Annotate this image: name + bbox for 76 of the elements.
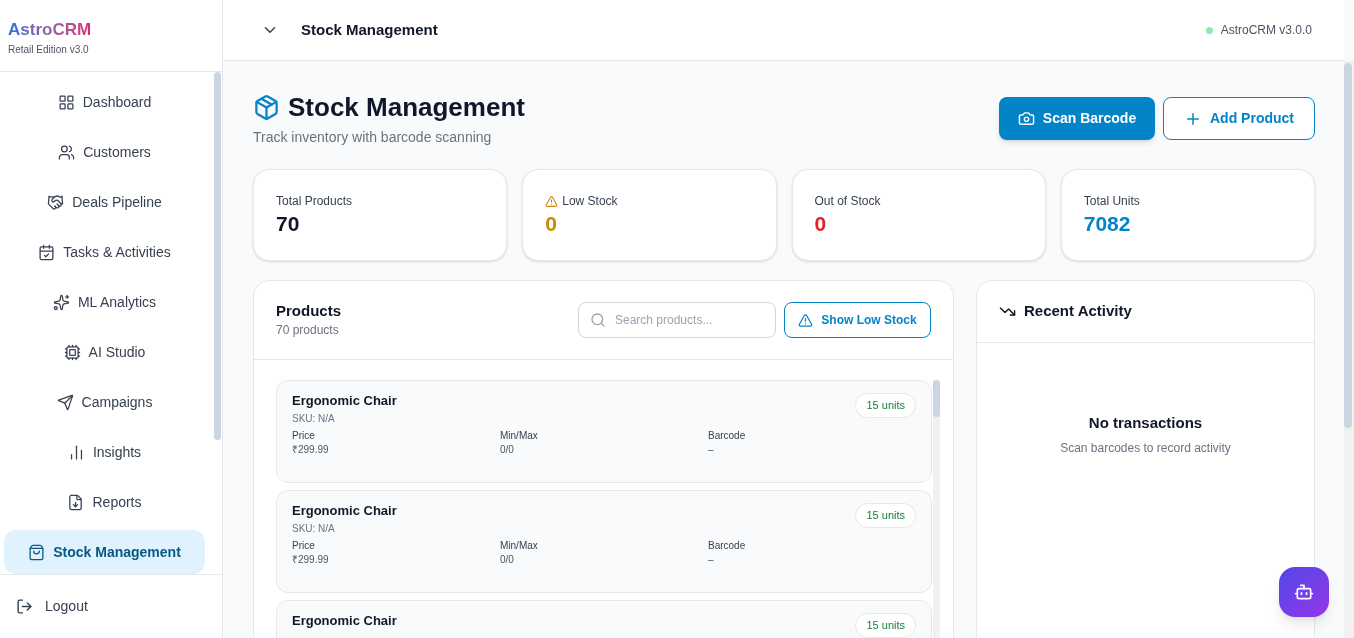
stat-value: 0 [545,211,558,237]
field-value: ₹299.99 [292,443,330,457]
field-value: 0/0 [500,553,515,567]
scrollbar-thumb[interactable] [933,380,940,417]
sidebar-item[interactable]: Reports [4,480,205,524]
show-low-stock-button[interactable]: Show Low Stock [784,302,931,338]
page-subtitle: Track inventory with barcode scanning [253,128,493,147]
stat-label: Total Products [276,193,353,210]
chatbot-button[interactable] [1279,567,1329,617]
field-label: Min/Max [500,430,539,442]
field-label: Price [292,540,316,552]
sidebar-item[interactable]: Stock Management [4,530,205,574]
units-badge: 15 units [855,613,916,638]
scrollbar-thumb[interactable] [1344,63,1352,428]
shopping-bag-icon [28,543,46,561]
product-name: Ergonomic Chair [292,392,397,410]
field-value: 0/0 [500,443,515,457]
version-label: AstroCRM v3.0.0 [1220,22,1312,39]
sidebar-item[interactable]: ML Analytics [4,280,205,324]
units-badge: 15 units [855,393,916,418]
product-name: Ergonomic Chair [292,502,397,520]
sidebar-item[interactable]: Deals Pipeline [4,180,205,224]
stat-value: 7082 [1083,211,1132,237]
product-card[interactable]: Ergonomic Chair 15 units [276,600,932,638]
product-count: 70 products [276,322,340,339]
field-value: ₹299.99 [292,553,330,567]
product-sku: SKU: N/A [292,412,336,426]
empty-title: No transactions [1088,413,1203,433]
package-icon [253,93,280,121]
product-card[interactable]: Ergonomic Chair SKU: N/A 15 units Price ₹299.99 Min/Max 0/0 Barcode – [276,380,932,483]
empty-text: Scan barcodes to record activity [1060,439,1231,457]
header-title: Stock Management [301,19,438,40]
camera-icon [1017,110,1035,127]
scan-barcode-button[interactable]: Scan Barcode [999,97,1155,140]
handshake-icon [47,193,65,211]
scrollbar-thumb[interactable] [214,72,221,440]
panel-title: Products [276,301,341,321]
warning-icon [545,194,559,208]
warning-icon [798,312,814,328]
grid-icon [57,93,75,111]
brand-edition: Retail Edition v3.0 [8,43,90,57]
search-icon [590,312,606,328]
logout-button[interactable]: Logout [16,596,88,617]
sidebar-item[interactable]: Tasks & Activities [4,230,205,274]
document-download-icon [67,493,85,511]
field-label: Barcode [708,430,747,442]
sidebar-item[interactable]: Campaigns [4,380,205,424]
sidebar-item[interactable]: Insights [4,430,205,474]
units-badge: 15 units [855,503,916,528]
stat-value: 0 [814,211,828,237]
product-card[interactable]: Ergonomic Chair SKU: N/A 15 units Price ₹299.99 Min/Max 0/0 Barcode – [276,490,932,593]
stat-value: 70 [276,211,301,237]
robot-icon [1294,582,1314,602]
sparkles-icon [52,293,70,311]
field-label: Min/Max [500,540,539,552]
sidebar-item[interactable]: Dashboard [4,80,205,124]
product-sku: SKU: N/A [292,522,336,536]
calendar-icon [38,243,56,261]
panel-title: Recent Activity [1024,301,1132,322]
chip-icon [63,343,81,361]
stat-label: Out of Stock [814,193,881,210]
paper-plane-icon [56,393,74,411]
add-product-button[interactable]: Add Product [1163,97,1315,140]
stat-label: Total Units [1083,193,1140,210]
users-icon [58,143,76,161]
logout-icon [16,598,33,615]
sidebar-item[interactable]: AI Studio [4,330,205,374]
sidebar-item[interactable]: Customers [4,130,205,174]
search-field[interactable]: Search products... [578,302,776,338]
field-label: Price [292,430,316,442]
field-label: Barcode [708,540,747,552]
stat-label: Low Stock [562,193,618,210]
field-value: – [708,553,715,567]
product-name: Ergonomic Chair [292,612,397,630]
field-value: – [708,443,715,457]
page-title: Stock Management [288,91,525,123]
